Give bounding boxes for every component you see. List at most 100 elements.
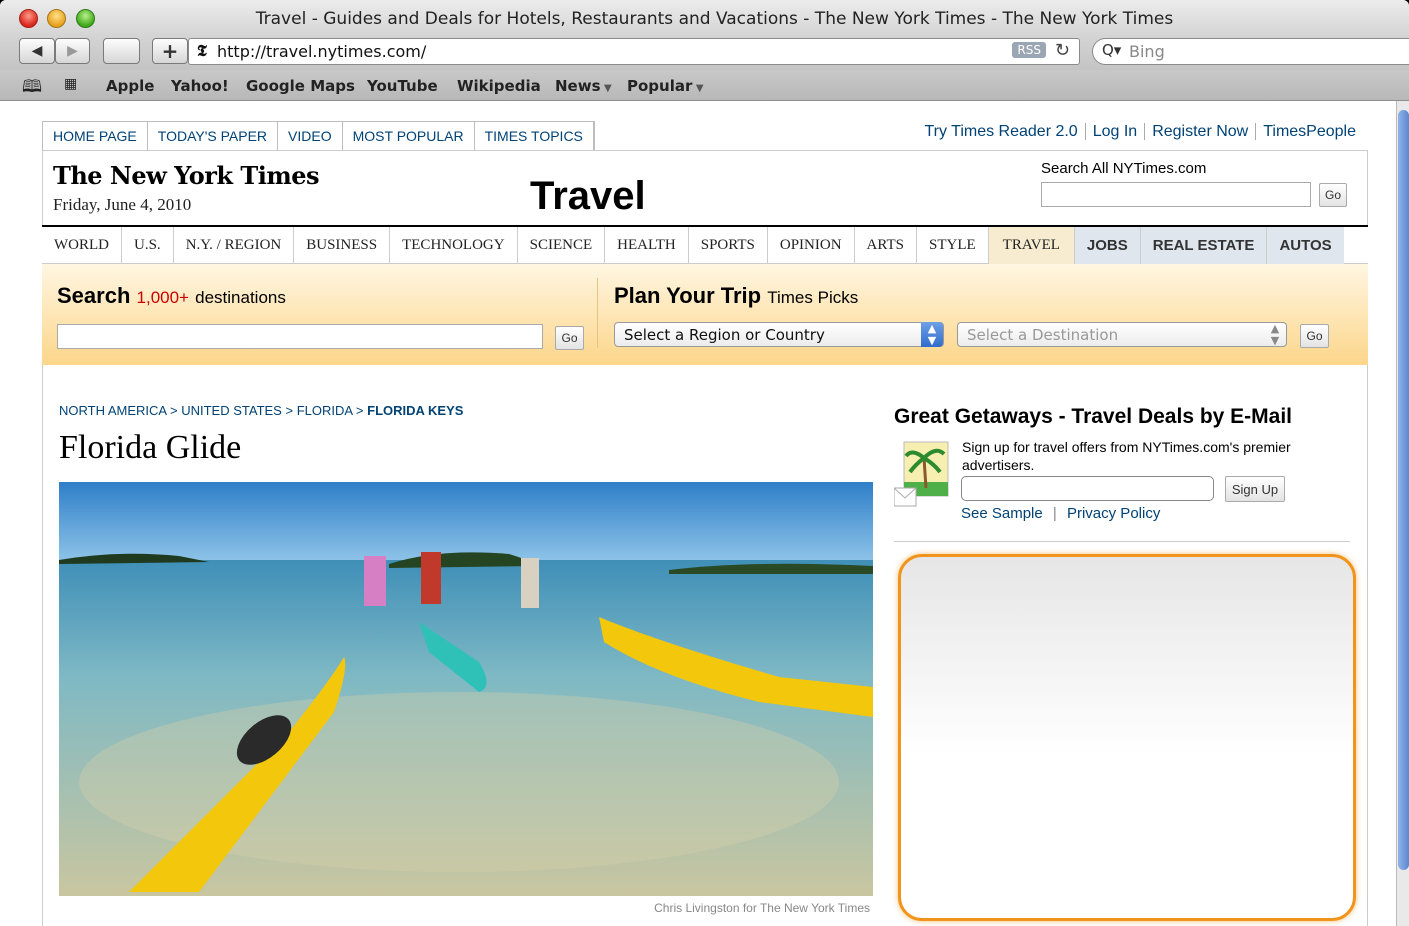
- crumb-florida[interactable]: FLORIDA: [297, 403, 353, 418]
- nav-todays-paper[interactable]: TODAY'S PAPER: [148, 122, 279, 150]
- privacy-policy-link[interactable]: Privacy Policy: [1067, 505, 1160, 522]
- grid-icon[interactable]: ▦: [64, 76, 77, 92]
- bookmark-apple[interactable]: Apple: [106, 77, 154, 95]
- getaways-email-input[interactable]: [961, 476, 1214, 501]
- section-opinion[interactable]: OPINION: [768, 227, 855, 264]
- section-world[interactable]: WORLD: [42, 227, 122, 264]
- account-links: Try Times Reader 2.0 Log In Register Now Ti…: [917, 123, 1363, 141]
- bookmark-youtube[interactable]: YouTube: [367, 77, 438, 95]
- region-select[interactable]: Select a Region or Country ▲ ▼: [614, 322, 944, 347]
- url-text: http://travel.nytimes.com/: [217, 42, 427, 61]
- section-health[interactable]: HEALTH: [605, 227, 689, 264]
- destination-search-input[interactable]: [57, 324, 543, 349]
- add-bookmark-button[interactable]: +: [152, 38, 188, 64]
- search-icon: Q▾: [1102, 41, 1122, 59]
- plus-icon: +: [161, 39, 179, 63]
- see-sample-link[interactable]: See Sample: [961, 505, 1043, 522]
- reload-icon[interactable]: ↻: [1055, 40, 1070, 61]
- nav-home-page[interactable]: HOME PAGE: [43, 122, 148, 150]
- getaways-description: Sign up for travel offers from NYTimes.c…: [962, 439, 1291, 473]
- nav-most-popular[interactable]: MOST POPULAR: [343, 122, 475, 150]
- section-us[interactable]: U.S.: [122, 227, 174, 264]
- bookmark-wikipedia[interactable]: Wikipedia: [457, 77, 541, 95]
- crumb-united-states[interactable]: UNITED STATES: [181, 403, 282, 418]
- destination-search-go-button[interactable]: Go: [555, 326, 584, 350]
- kayak-photo[interactable]: [59, 482, 873, 896]
- forward-button[interactable]: ▶: [55, 38, 90, 64]
- bookmark-yahoo[interactable]: Yahoo!: [171, 77, 229, 95]
- back-arrow-icon: ◀: [31, 43, 43, 59]
- crumb-florida-keys[interactable]: FLORIDA KEYS: [367, 403, 463, 418]
- panel-divider: [597, 278, 598, 348]
- region-select-value: Select a Region or Country: [624, 326, 825, 344]
- section-title: Travel: [530, 174, 646, 218]
- search-panel-heading: Search 1,000+ destinations: [57, 283, 286, 309]
- section-autos[interactable]: AUTOS: [1267, 227, 1344, 264]
- highlighted-ad-box[interactable]: [898, 554, 1356, 921]
- photo-caption: Chris Livingston for The New York Times: [654, 901, 870, 915]
- chevron-down-icon: ▼: [692, 83, 704, 94]
- plan-trip-title: Plan Your Trip: [614, 283, 762, 308]
- destination-select[interactable]: Select a Destination ▲ ▼: [957, 322, 1287, 347]
- masthead-date: Friday, June 4, 2010: [53, 195, 192, 214]
- bookmarks-bar: 🕮 ▦ Apple Yahoo! Google Maps YouTube Wik…: [0, 70, 1409, 101]
- palm-tree-icon: [893, 438, 950, 508]
- travel-search-panel: [42, 264, 1368, 365]
- section-arts[interactable]: ARTS: [855, 227, 917, 264]
- address-bar[interactable]: 𝕿 http://travel.nytimes.com/ RSS ↻: [188, 38, 1080, 65]
- section-jobs[interactable]: JOBS: [1074, 227, 1141, 264]
- nav-video[interactable]: VIDEO: [278, 122, 343, 150]
- select-arrows-icon: ▲ ▼: [921, 322, 943, 347]
- search-panel-title: Search: [57, 283, 131, 308]
- forward-arrow-icon: ▶: [67, 43, 78, 59]
- nav-times-topics[interactable]: TIMES TOPICS: [475, 122, 594, 150]
- top-navigation: HOME PAGE TODAY'S PAPER VIDEO MOST POPUL…: [42, 121, 595, 150]
- bookmark-popular-label: Popular: [627, 77, 693, 95]
- section-business[interactable]: BUSINESS: [294, 227, 391, 264]
- book-icon[interactable]: 🕮: [22, 74, 42, 103]
- site-search-go-button[interactable]: Go: [1319, 183, 1347, 207]
- section-ny-region[interactable]: N.Y. / REGION: [174, 227, 295, 264]
- plan-trip-go-button[interactable]: Go: [1300, 324, 1329, 348]
- plan-trip-heading: Plan Your Trip Times Picks: [614, 283, 858, 309]
- getaways-heading[interactable]: Great Getaways - Travel Deals by E-Mail: [894, 405, 1292, 429]
- destination-count: 1,000+: [136, 288, 189, 307]
- section-style[interactable]: STYLE: [917, 227, 989, 264]
- nyt-logo[interactable]: The New York Times: [53, 161, 320, 190]
- scrollbar-thumb[interactable]: [1398, 110, 1409, 870]
- section-travel[interactable]: TRAVEL: [988, 227, 1075, 264]
- section-science[interactable]: SCIENCE: [518, 227, 606, 264]
- browser-window: Travel - Guides and Deals for Hotels, Re…: [0, 0, 1409, 926]
- register-link[interactable]: Register Now: [1144, 123, 1256, 140]
- section-sports[interactable]: SPORTS: [689, 227, 768, 264]
- chevron-down-icon: ▼: [600, 83, 612, 94]
- kayak-photo-image: [59, 482, 873, 896]
- title-bar: Travel - Guides and Deals for Hotels, Re…: [0, 0, 1409, 36]
- site-search-input[interactable]: [1041, 182, 1311, 207]
- bookmark-news-menu[interactable]: News ▼: [555, 77, 612, 95]
- bookmark-google-maps[interactable]: Google Maps: [246, 77, 355, 95]
- signup-button[interactable]: Sign Up: [1225, 476, 1285, 502]
- nyt-favicon-icon: 𝕿: [197, 41, 207, 60]
- site-search-label: Search All NYTimes.com: [1041, 160, 1207, 177]
- destination-label: destinations: [195, 288, 286, 307]
- section-real-estate[interactable]: REAL ESTATE: [1140, 227, 1268, 264]
- web-search-field[interactable]: Q▾ Bing: [1092, 38, 1409, 65]
- getaways-links: See Sample | Privacy Policy: [961, 505, 1160, 522]
- section-navigation: WORLD U.S. N.Y. / REGION BUSINESS TECHNO…: [42, 225, 1368, 264]
- bookmark-popular-menu[interactable]: Popular ▼: [627, 77, 704, 95]
- section-technology[interactable]: TECHNOLOGY: [390, 227, 518, 264]
- timespeople-link[interactable]: TimesPeople: [1255, 123, 1363, 140]
- breadcrumb: NORTH AMERICA > UNITED STATES > FLORIDA …: [59, 403, 464, 418]
- times-reader-link[interactable]: Try Times Reader 2.0: [917, 123, 1084, 140]
- login-link[interactable]: Log In: [1084, 123, 1145, 140]
- article-headline[interactable]: Florida Glide: [59, 429, 241, 467]
- window-title: Travel - Guides and Deals for Hotels, Re…: [255, 9, 1174, 29]
- rss-badge[interactable]: RSS: [1012, 42, 1046, 58]
- sidebar-button[interactable]: [103, 38, 140, 64]
- crumb-north-america[interactable]: NORTH AMERICA: [59, 403, 166, 418]
- back-button[interactable]: ◀: [19, 38, 55, 64]
- sidebar-divider: [894, 541, 1350, 542]
- destination-select-value: Select a Destination: [967, 326, 1119, 344]
- plan-trip-sub: Times Picks: [767, 288, 859, 307]
